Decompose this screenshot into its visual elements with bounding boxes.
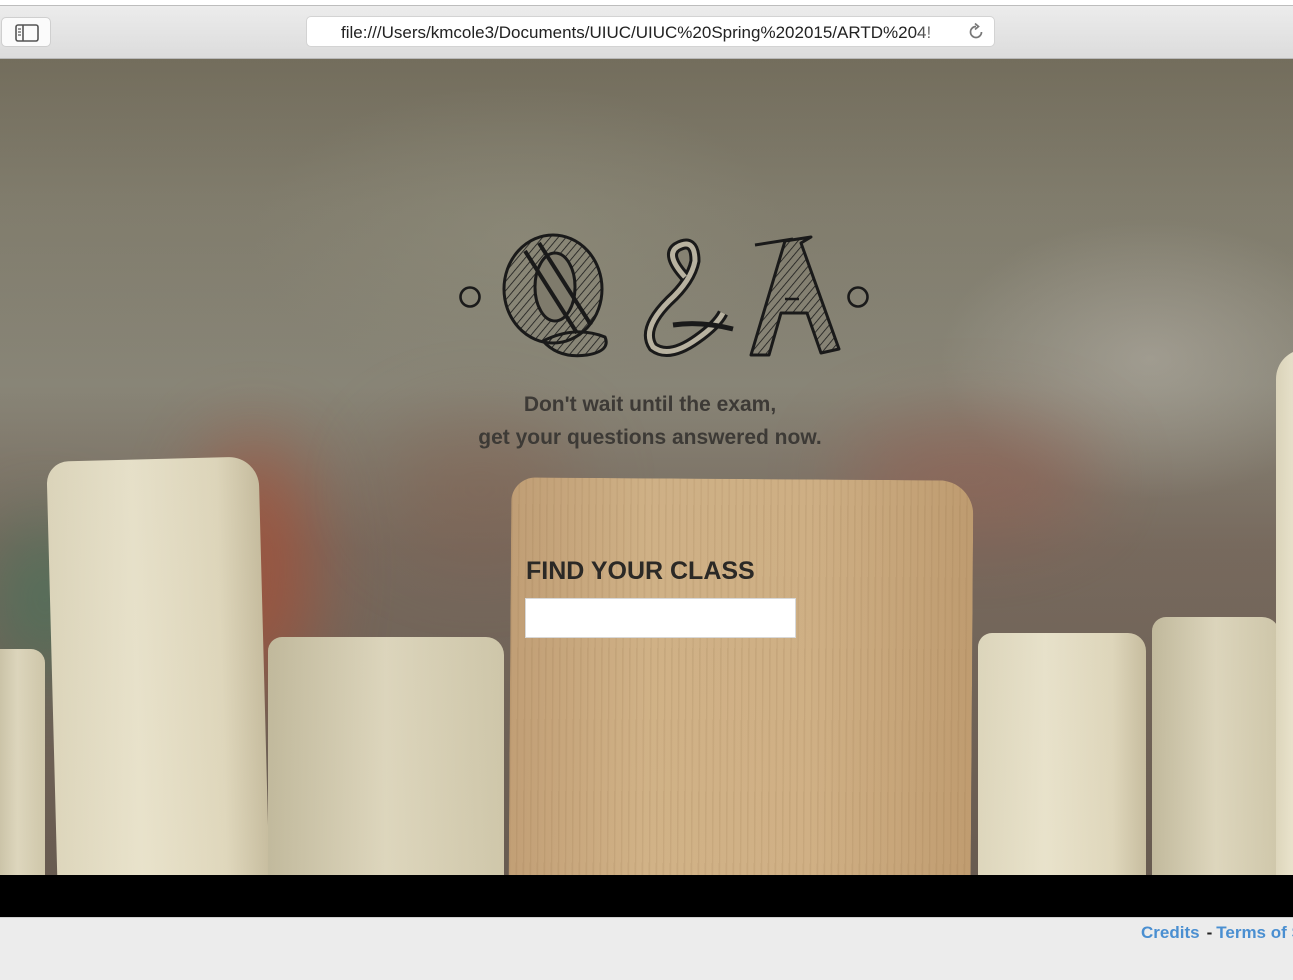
tagline-line-2: get your questions answered now.	[478, 426, 822, 449]
q-and-a-logo	[459, 233, 869, 358]
credits-link[interactable]: Credits	[1141, 923, 1200, 942]
url-text: file:///Users/kmcole3/Documents/UIUC/UIU…	[341, 23, 932, 42]
address-bar[interactable]: file:///Users/kmcole3/Documents/UIUC/UIU…	[306, 16, 995, 47]
find-class-label: FIND YOUR CLASS	[526, 557, 755, 585]
footer-links: Credits-Terms of S	[1141, 923, 1293, 943]
footer-black-bar	[0, 875, 1293, 917]
reload-icon[interactable]	[966, 22, 986, 42]
sidebar-icon	[15, 24, 39, 42]
footer: Credits-Terms of S	[0, 917, 1293, 980]
footer-separator: -	[1206, 923, 1213, 942]
tagline-line-1: Don't wait until the exam,	[523, 393, 777, 416]
browser-toolbar: file:///Users/kmcole3/Documents/UIUC/UIU…	[0, 6, 1293, 59]
tagline: Don't wait until the exam, get your ques…	[400, 388, 900, 454]
hero-section: Don't wait until the exam, get your ques…	[0, 59, 1293, 875]
class-search-input[interactable]	[525, 598, 796, 638]
sidebar-toggle-button[interactable]	[1, 17, 51, 47]
terms-link[interactable]: Terms of S	[1216, 923, 1293, 942]
